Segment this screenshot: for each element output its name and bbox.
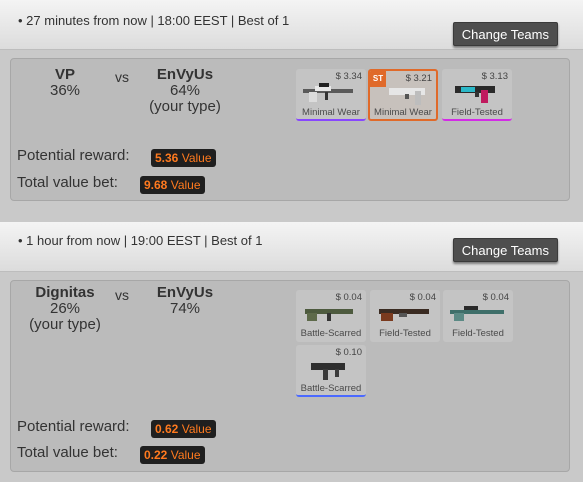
total-value-bet-value: 0.22 Value — [140, 446, 205, 464]
match-body: Dignitas 26% (your type) vs EnVyUs 74% $… — [10, 280, 570, 472]
total-value-bet-value: 9.68 Value — [140, 176, 205, 194]
team-name: VP — [54, 66, 75, 83]
sniper-icon — [450, 306, 504, 321]
item-wear: Field-Tested — [451, 107, 503, 118]
team-left[interactable]: VP 36% — [13, 67, 117, 99]
match-body: VP 36% vs EnVyUs 64% (your type) $ 3.34 … — [10, 58, 570, 201]
item-awp[interactable]: $ 3.34 Minimal Wear — [296, 69, 366, 121]
item-wear: Field-Tested — [452, 328, 504, 339]
total-value-bet-label: Total value bet: — [17, 444, 118, 461]
change-teams-button[interactable]: Change Teams — [452, 238, 558, 262]
change-teams-button[interactable]: Change Teams — [452, 22, 558, 46]
team-right[interactable]: EnVyUs 74% — [133, 285, 237, 317]
potential-reward-value: 0.62 Value — [151, 420, 216, 438]
value-unit: Value — [170, 178, 201, 192]
match-info: • 1 hour from now | 19:00 EEST | Best of… — [18, 233, 263, 248]
item-wear: Minimal Wear — [374, 107, 432, 118]
team-name: EnVyUs — [156, 66, 214, 83]
total-value-bet-label: Total value bet: — [17, 174, 118, 191]
match-header: • 1 hour from now | 19:00 EEST | Best of… — [0, 222, 583, 272]
value-unit: Value — [170, 448, 201, 462]
match-card: • 27 minutes from now | 18:00 EEST | Bes… — [0, 0, 583, 210]
smg-icon — [311, 363, 345, 380]
team-percent: 26% — [49, 300, 81, 317]
team-name: Dignitas — [35, 284, 95, 301]
potential-reward-amount: 5.36 — [155, 151, 179, 165]
team-percent: 36% — [49, 82, 81, 99]
match-header: • 27 minutes from now | 18:00 EEST | Bes… — [0, 0, 583, 50]
match-info: • 27 minutes from now | 18:00 EEST | Bes… — [18, 13, 290, 28]
potential-reward-amount: 0.62 — [155, 422, 179, 436]
team-percent: 64% — [169, 82, 201, 99]
item-usp[interactable]: $ 3.13 Field-Tested — [442, 69, 512, 121]
rifle-icon — [305, 309, 353, 321]
shotgun-icon — [379, 309, 429, 321]
deagle-icon — [389, 88, 425, 105]
item-wear: Battle-Scarred — [300, 383, 362, 394]
value-unit: Value — [181, 151, 212, 165]
potential-reward-value: 5.36 Value — [151, 149, 216, 167]
vs-label: vs — [115, 69, 129, 85]
vs-label: vs — [115, 287, 129, 303]
item-shotgun[interactable]: $ 0.04 Field-Tested — [370, 290, 440, 342]
item-sniper[interactable]: $ 0.04 Field-Tested — [443, 290, 513, 342]
team-right[interactable]: EnVyUs 64% (your type) — [133, 67, 237, 115]
total-value-amount: 0.22 — [144, 448, 168, 462]
item-wear: Field-Tested — [379, 328, 431, 339]
potential-reward-label: Potential reward: — [17, 147, 130, 164]
awp-icon — [303, 83, 353, 102]
item-deagle[interactable]: ST $ 3.21 Minimal Wear — [368, 69, 438, 121]
item-smg[interactable]: $ 0.10 Battle-Scarred — [296, 345, 366, 397]
team-left[interactable]: Dignitas 26% (your type) — [13, 285, 117, 333]
team-percent: 74% — [169, 300, 201, 317]
value-unit: Value — [181, 422, 212, 436]
match-card: • 1 hour from now | 19:00 EEST | Best of… — [0, 222, 583, 482]
your-type-label: (your type) — [149, 98, 221, 115]
item-wear: Battle-Scarred — [300, 328, 362, 339]
item-rifle[interactable]: $ 0.04 Battle-Scarred — [296, 290, 366, 342]
your-type-label: (your type) — [29, 316, 101, 333]
potential-reward-label: Potential reward: — [17, 418, 130, 435]
total-value-amount: 9.68 — [144, 178, 168, 192]
team-name: EnVyUs — [156, 284, 214, 301]
item-wear: Minimal Wear — [302, 107, 360, 118]
usp-icon — [455, 86, 495, 103]
